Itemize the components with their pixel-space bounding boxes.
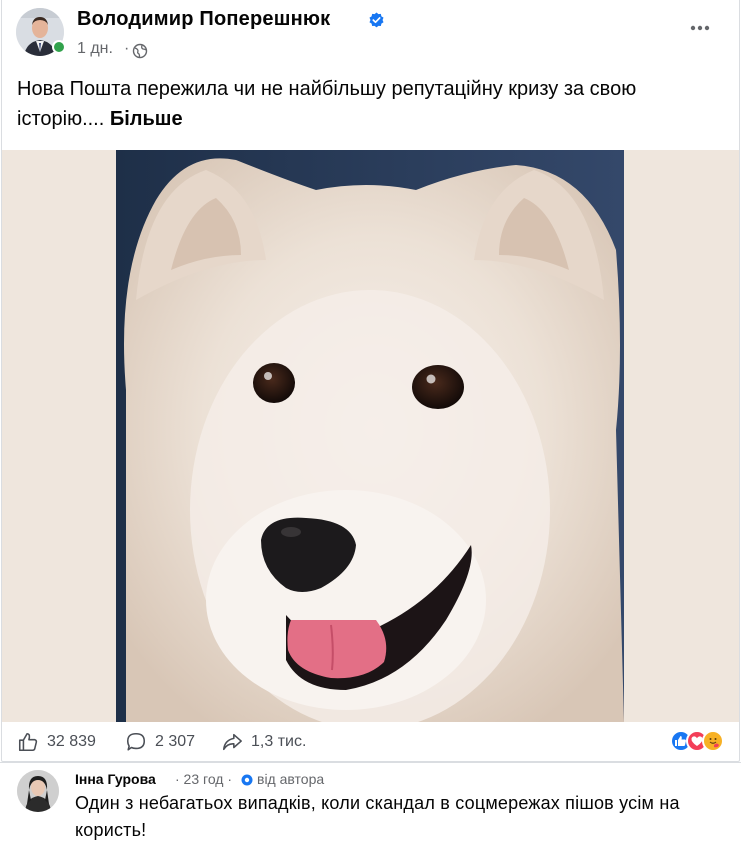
share-count-value: 1,3 тис. bbox=[251, 733, 307, 750]
post-text: Нова Пошта пережила чи не найбільшу репу… bbox=[17, 74, 717, 134]
like-count[interactable]: 32 839 bbox=[17, 730, 96, 754]
author-badge-label: від автора bbox=[257, 771, 325, 787]
hugging-face-icon bbox=[709, 738, 719, 748]
comment-icon bbox=[126, 732, 146, 751]
comment-avatar-image bbox=[17, 770, 59, 812]
share-count[interactable]: 1,3 тис. bbox=[221, 730, 306, 754]
author-badge-icon bbox=[241, 774, 253, 786]
facebook-post: Володимир Поперешнюк 1 дн. · Нова Пошта … bbox=[0, 0, 741, 845]
see-more-link[interactable]: Більше bbox=[110, 108, 183, 130]
care-reaction-icon bbox=[702, 730, 724, 752]
comments-divider bbox=[0, 762, 741, 763]
timestamp-separator: · bbox=[124, 40, 130, 57]
comment-time[interactable]: · 23 год · bbox=[175, 771, 232, 787]
post-options-button[interactable] bbox=[680, 10, 720, 46]
comment-author-avatar[interactable] bbox=[17, 770, 59, 812]
comment-text: Один з небагатьох випадків, коли скандал… bbox=[75, 793, 680, 840]
reaction-summary[interactable] bbox=[670, 730, 730, 752]
like-count-value: 32 839 bbox=[47, 733, 96, 750]
post-author-name[interactable]: Володимир Поперешнюк bbox=[77, 8, 330, 31]
globe-icon[interactable] bbox=[132, 43, 148, 59]
share-icon bbox=[222, 733, 242, 751]
comment-count-value: 2 307 bbox=[155, 733, 196, 750]
post-timestamp[interactable]: 1 дн. bbox=[77, 40, 113, 58]
post-image[interactable] bbox=[116, 150, 624, 722]
more-options-icon bbox=[690, 25, 710, 31]
comment-count[interactable]: 2 307 bbox=[125, 730, 195, 754]
verified-badge-icon bbox=[369, 12, 384, 28]
comment-author-name[interactable]: Інна Гурова bbox=[75, 771, 156, 787]
like-icon bbox=[18, 732, 38, 752]
online-status-dot bbox=[52, 40, 66, 54]
samoyed-dog-photo bbox=[116, 150, 624, 722]
